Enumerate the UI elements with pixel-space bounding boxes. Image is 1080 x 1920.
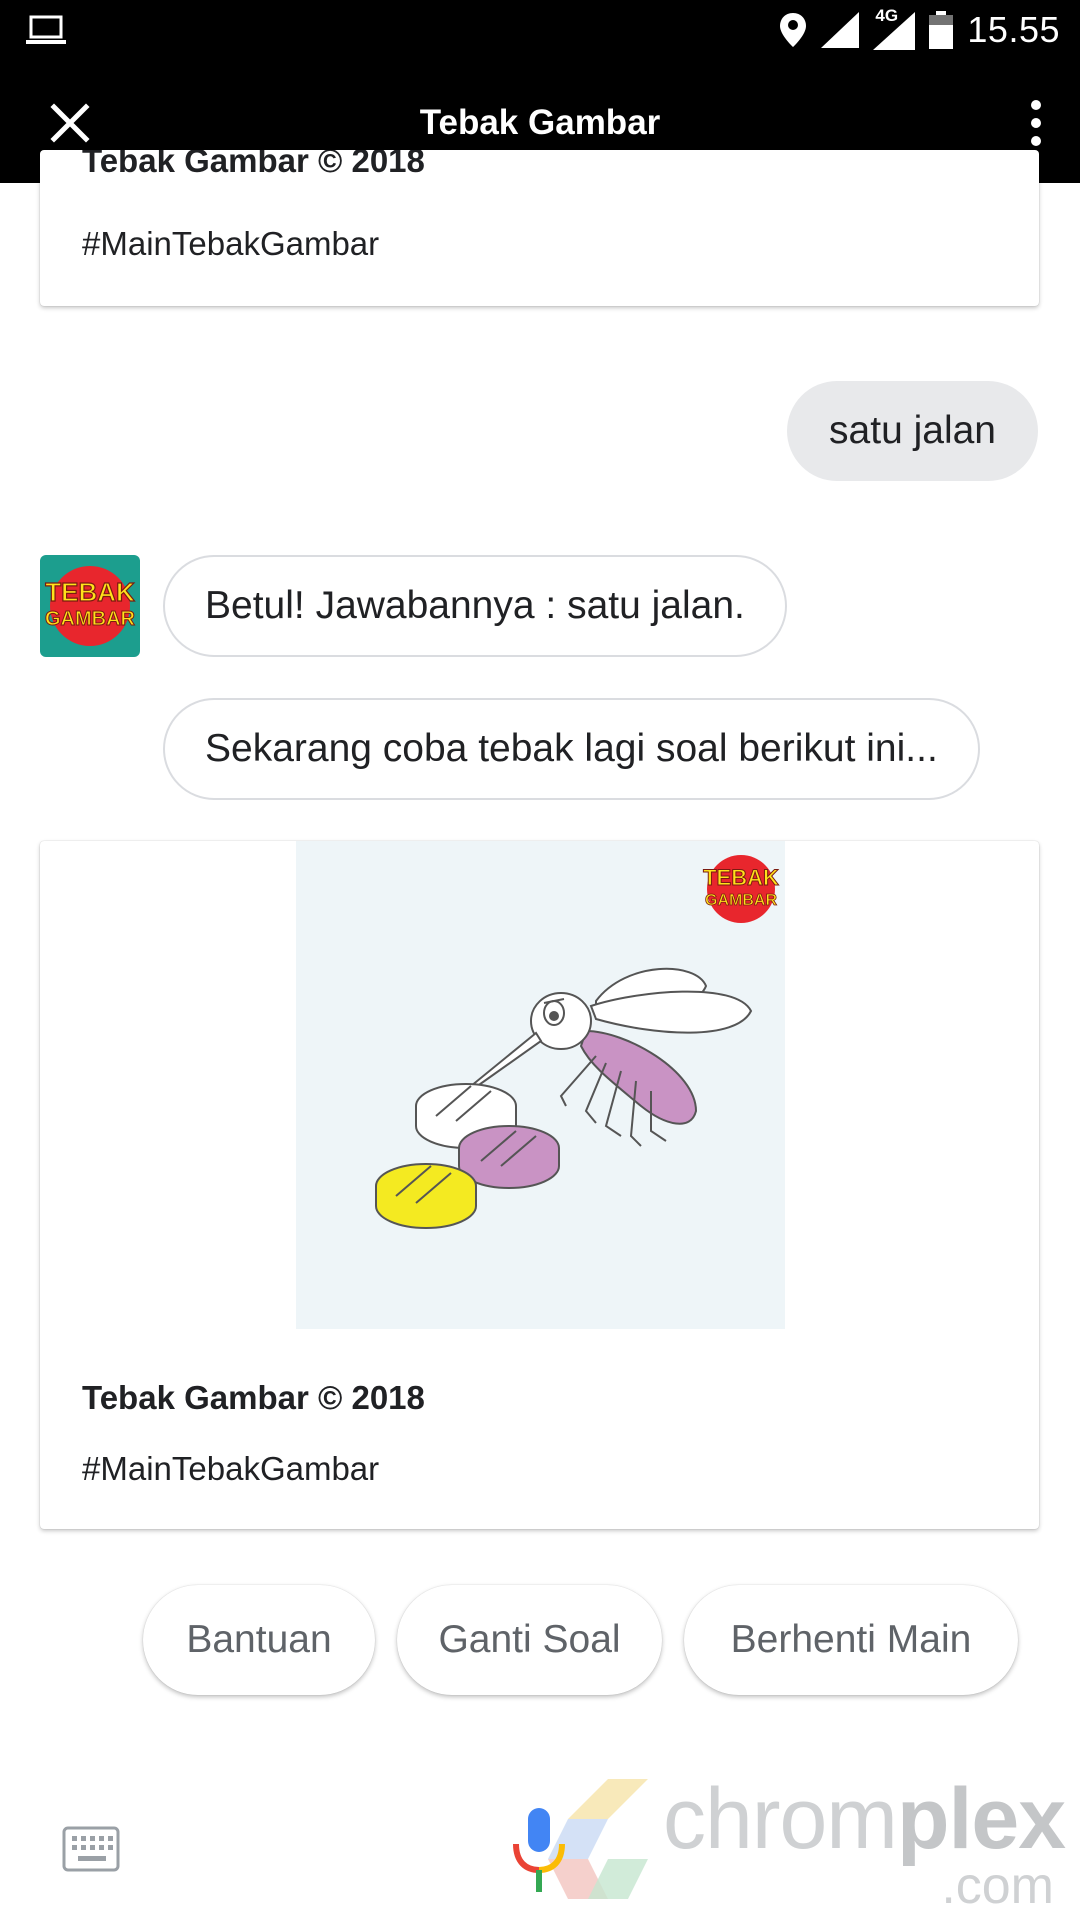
network-type-label: 4G <box>875 6 899 25</box>
user-message-bubble: satu jalan <box>787 381 1038 481</box>
assistant-input-bar: chromplex .com <box>0 1730 1080 1920</box>
status-indicators: 4G 15.55 <box>779 6 1060 50</box>
mosquito-pills-illustration: TEBAK GAMBAR <box>375 855 779 1229</box>
signal-icon <box>821 12 860 48</box>
image-logo-line2: GAMBAR <box>705 892 777 909</box>
watermark-domain: .com <box>941 1857 1054 1915</box>
chip-bantuan[interactable]: Bantuan <box>143 1585 375 1695</box>
tebak-gambar-logo: TEBAK GAMBAR <box>45 566 136 646</box>
card-title: Tebak Gambar © 2018 <box>82 150 425 179</box>
previous-result-card: Tebak Gambar © 2018 #MainTebakGambar <box>40 150 1039 306</box>
bot-message-bubble: Betul! Jawabannya : satu jalan. <box>163 555 787 657</box>
quiz-card: TEBAK GAMBAR Tebak Gambar © 2018 #MainTe… <box>40 841 1039 1529</box>
status-bar: 4G 15.55 <box>0 0 1080 63</box>
image-logo: TEBAK GAMBAR <box>703 855 779 923</box>
watermark-brand-light: chrom <box>663 1771 898 1867</box>
image-logo-line1: TEBAK <box>703 865 779 890</box>
laptop-icon <box>26 15 66 44</box>
keyboard-icon[interactable] <box>62 1826 120 1872</box>
location-icon <box>780 13 807 47</box>
more-vert-icon[interactable] <box>1012 91 1060 155</box>
chromplex-watermark: chromplex .com <box>548 1770 1068 1920</box>
chip-berhenti-main[interactable]: Berhenti Main <box>684 1585 1018 1695</box>
card-title: Tebak Gambar © 2018 <box>82 1379 425 1416</box>
card-hashtag: #MainTebakGambar <box>82 1450 380 1487</box>
quiz-image: TEBAK GAMBAR <box>296 841 785 1329</box>
bot-message-bubble: Sekarang coba tebak lagi soal berikut in… <box>163 698 980 800</box>
avatar-logo-line1: TEBAK <box>45 577 135 607</box>
suggestion-chips: Bantuan Ganti Soal Berhenti Main <box>0 1585 1080 1695</box>
avatar-logo-line2: GAMBAR <box>45 608 136 630</box>
watermark-brand: chromplex <box>663 1770 1066 1869</box>
chromplex-logo-icon <box>548 1779 648 1899</box>
status-time: 15.55 <box>967 9 1060 50</box>
watermark-brand-bold: plex <box>896 1771 1066 1867</box>
app-title: Tebak Gambar <box>419 103 661 142</box>
pills <box>375 1083 560 1229</box>
chip-ganti-soal[interactable]: Ganti Soal <box>397 1585 662 1695</box>
card-hashtag: #MainTebakGambar <box>82 225 380 262</box>
battery-icon <box>929 11 954 49</box>
signal-4g-icon: 4G <box>873 6 916 50</box>
mic-icon[interactable] <box>512 1808 566 1894</box>
bot-avatar: TEBAK GAMBAR <box>40 555 140 657</box>
